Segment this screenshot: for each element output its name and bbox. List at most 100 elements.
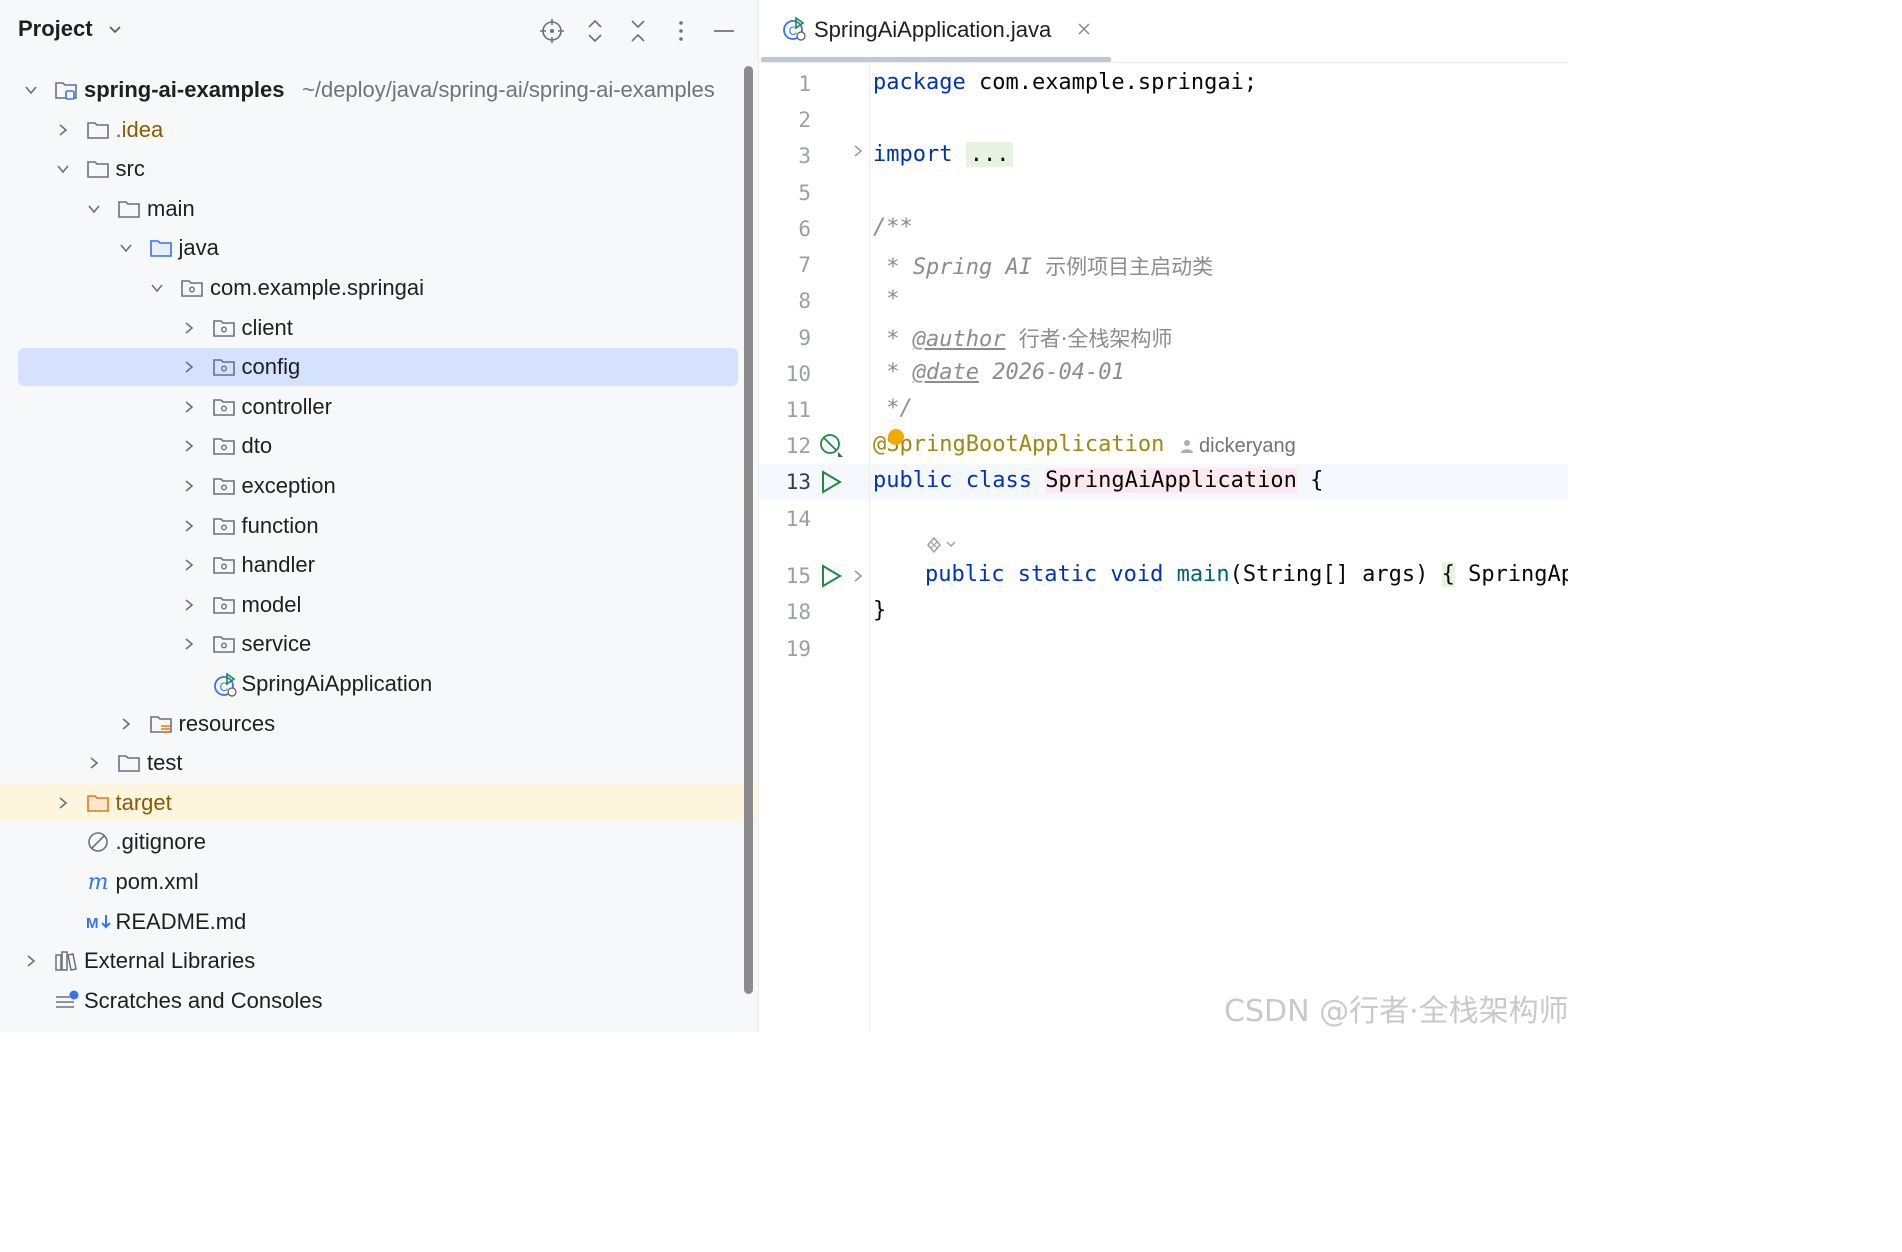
code-line-11[interactable]: */: [873, 396, 913, 421]
project-panel-title[interactable]: Project: [18, 16, 93, 42]
line-number[interactable]: 1: [759, 72, 811, 96]
chevron-down-icon[interactable]: [24, 83, 38, 97]
tree-item[interactable]: function: [0, 506, 758, 546]
chevron-right-icon[interactable]: [56, 796, 70, 810]
code-line-12[interactable]: @SpringBootApplication: [873, 432, 1164, 457]
chevron-right-icon[interactable]: [182, 558, 196, 572]
line-number[interactable]: 7: [759, 253, 811, 277]
tree-item[interactable]: dto: [0, 426, 758, 466]
tree-item[interactable]: src: [0, 149, 758, 189]
tree-item[interactable]: M README.md: [0, 902, 758, 942]
folded-imports[interactable]: ...: [965, 142, 1014, 167]
collapse-all-icon[interactable]: [623, 16, 653, 46]
code-line-9[interactable]: * @author 行者·全栈架构师: [873, 323, 1172, 353]
tree-item[interactable]: m pom.xml: [0, 862, 758, 902]
code-line-10[interactable]: * @date 2026-04-01: [873, 360, 1124, 385]
code-line-7[interactable]: * Spring AI 示例项目主启动类: [873, 251, 1213, 281]
chevron-right-icon[interactable]: [182, 400, 196, 414]
tree-item[interactable]: exception: [0, 466, 758, 506]
tree-item-path: ~/deploy/java/spring-ai/spring-ai-exampl…: [302, 77, 715, 102]
tree-item-label: test: [147, 750, 183, 776]
line-number[interactable]: 18: [759, 600, 811, 624]
intention-bulb-icon[interactable]: [887, 428, 905, 446]
chevron-right-icon[interactable]: [182, 637, 196, 651]
package-icon: [212, 355, 236, 379]
tree-item[interactable]: main: [0, 189, 758, 229]
tree-item[interactable]: java: [0, 228, 758, 268]
tree-item[interactable]: External Libraries: [0, 941, 758, 981]
ai-assistant-icon[interactable]: [925, 534, 959, 556]
locate-icon[interactable]: [537, 16, 567, 46]
chevron-right-icon[interactable]: [56, 123, 70, 137]
chevron-right-icon[interactable]: [182, 479, 196, 493]
tree-item[interactable]: com.example.springai: [0, 268, 758, 308]
line-number[interactable]: 14: [759, 507, 811, 531]
line-number[interactable]: 5: [759, 181, 811, 205]
line-number[interactable]: 8: [759, 289, 811, 313]
line-number[interactable]: 10: [759, 362, 811, 386]
chevron-right-icon[interactable]: [182, 598, 196, 612]
chevron-down-icon[interactable]: [87, 202, 101, 216]
line-number[interactable]: 15: [759, 564, 811, 588]
tree-item[interactable]: .idea: [0, 110, 758, 150]
line-number[interactable]: 9: [759, 326, 811, 350]
tree-item[interactable]: controller: [0, 387, 758, 427]
code-line-8[interactable]: *: [873, 287, 899, 312]
tree-item-label: spring-ai-examples: [84, 77, 285, 102]
chevron-right-icon[interactable]: [87, 756, 101, 770]
tree-item[interactable]: client: [0, 308, 758, 348]
line-number[interactable]: 11: [759, 398, 811, 422]
close-icon[interactable]: [1077, 22, 1091, 36]
chevron-right-icon[interactable]: [119, 717, 133, 731]
tree-item[interactable]: target: [0, 783, 758, 823]
chevron-right-icon[interactable]: [182, 321, 196, 335]
tree-item-label: .idea: [115, 116, 164, 142]
folder-icon: [117, 197, 141, 221]
code-line-6[interactable]: /**: [873, 215, 913, 240]
folder-icon: [86, 157, 110, 181]
line-number[interactable]: 6: [759, 217, 811, 241]
editor-tab[interactable]: C SpringAiApplication.java: [759, 0, 1111, 62]
tree-item[interactable]: spring-ai-examples ~/deploy/java/spring-a…: [0, 70, 758, 110]
tree-item[interactable]: test: [0, 743, 758, 783]
more-options-icon[interactable]: [666, 16, 696, 46]
line-number[interactable]: 12: [759, 434, 811, 458]
tree-item[interactable]: handler: [0, 545, 758, 585]
chevron-right-icon[interactable]: [182, 360, 196, 374]
project-scrollbar[interactable]: [744, 66, 753, 994]
chevron-right-icon[interactable]: [24, 954, 38, 968]
tree-item-label: function: [241, 512, 319, 538]
line-number[interactable]: 3: [759, 144, 811, 168]
chevron-down-icon[interactable]: [108, 22, 122, 36]
tree-item[interactable]: Scratches and Consoles: [0, 981, 758, 1021]
markdown-icon: M: [86, 910, 111, 934]
code-line-13[interactable]: public class SpringAiApplication {: [873, 468, 1323, 493]
line-number[interactable]: 13: [759, 470, 811, 494]
code-line-1[interactable]: package com.example.springai;: [873, 70, 1257, 95]
chevron-right-icon[interactable]: [182, 439, 196, 453]
chevron-down-icon[interactable]: [150, 281, 164, 295]
hide-panel-icon[interactable]: [709, 16, 739, 46]
fold-expand-icon[interactable]: [851, 569, 865, 583]
code-line-3[interactable]: import ...: [873, 142, 1014, 167]
tree-item[interactable]: resources: [0, 704, 758, 744]
run-icon[interactable]: [818, 563, 844, 589]
code-line-15[interactable]: public static void main(String[] args) {…: [925, 562, 1568, 587]
spring-bean-no-icon[interactable]: [818, 432, 844, 458]
expand-all-icon[interactable]: [580, 16, 610, 46]
fold-expand-icon[interactable]: [851, 144, 865, 158]
chevron-down-icon[interactable]: [56, 162, 70, 176]
tree-item[interactable]: C SpringAiApplication: [0, 664, 758, 704]
line-number[interactable]: 19: [759, 637, 811, 661]
tree-item-label: service: [241, 631, 312, 657]
tree-item[interactable]: service: [0, 624, 758, 664]
chevron-down-icon[interactable]: [119, 241, 133, 255]
tree-item[interactable]: model: [0, 585, 758, 625]
tree-item[interactable]: .gitignore: [0, 822, 758, 862]
author-inlay[interactable]: dickeryang: [1199, 435, 1296, 458]
code-line-18[interactable]: }: [873, 598, 886, 623]
line-number[interactable]: 2: [759, 108, 811, 132]
tree-item[interactable]: config: [0, 347, 758, 387]
chevron-right-icon[interactable]: [182, 519, 196, 533]
run-icon[interactable]: [818, 469, 844, 495]
